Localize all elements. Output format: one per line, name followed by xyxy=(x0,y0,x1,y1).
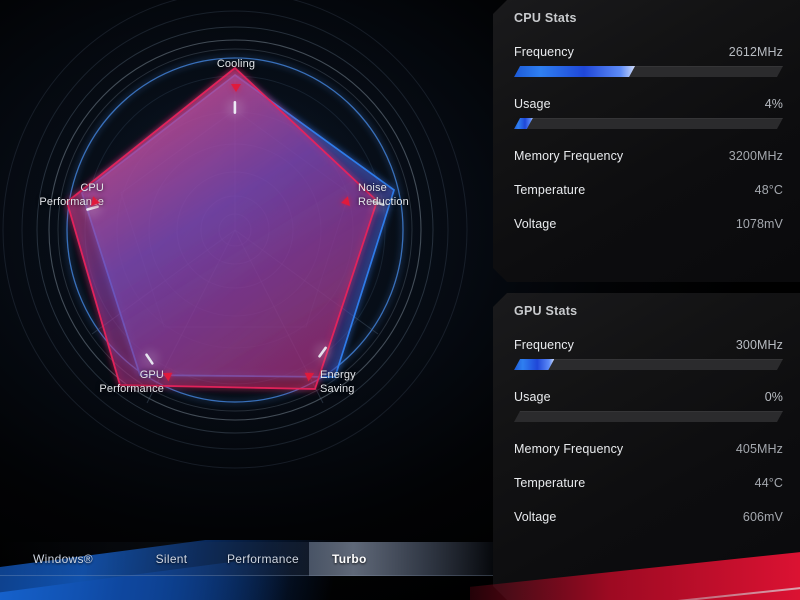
cpu-frequency-row: Frequency 2612MHz xyxy=(514,45,783,59)
performance-tuning-screen: Cooling Noise Reduction Energy Saving GP… xyxy=(0,0,800,600)
cpu-memory-frequency-value: 3200MHz xyxy=(728,149,783,163)
gpu-usage-value: 0% xyxy=(764,390,783,404)
gpu-usage-row: Usage 0% xyxy=(514,390,783,404)
gpu-voltage-value: 606mV xyxy=(742,510,783,524)
cpu-frequency-value: 2612MHz xyxy=(728,45,783,59)
radar-marker-cooling xyxy=(231,84,241,92)
mode-item-performance[interactable]: Performance xyxy=(217,542,309,576)
gpu-memory-frequency-row: Memory Frequency 405MHz xyxy=(514,442,783,456)
mode-item-turbo[interactable]: Turbo xyxy=(309,541,493,576)
gpu-frequency-bar xyxy=(514,359,783,370)
gpu-voltage-row: Voltage 606mV xyxy=(514,510,783,524)
mode-item-windows[interactable]: Windows® xyxy=(0,542,126,576)
radar-svg xyxy=(0,0,470,469)
cpu-usage-bar xyxy=(514,118,783,129)
gpu-temperature-label: Temperature xyxy=(514,476,586,490)
performance-radar-chart: Cooling Noise Reduction Energy Saving GP… xyxy=(0,0,493,600)
gpu-stats-title: GPU Stats xyxy=(514,304,578,318)
cpu-frequency-bar-fill xyxy=(514,66,635,77)
gpu-memory-frequency-value: 405MHz xyxy=(735,442,783,456)
cpu-memory-frequency-label: Memory Frequency xyxy=(514,149,624,163)
gpu-voltage-label: Voltage xyxy=(514,510,557,524)
gpu-temperature-row: Temperature 44°C xyxy=(514,476,783,490)
cpu-usage-value: 4% xyxy=(764,97,783,111)
cpu-voltage-row: Voltage 1078mV xyxy=(514,217,783,231)
gpu-memory-frequency-label: Memory Frequency xyxy=(514,442,624,456)
gpu-stats-panel: GPU Stats Frequency 300MHz Usage 0% Memo… xyxy=(493,293,800,600)
cpu-temperature-value: 48°C xyxy=(754,183,783,197)
cpu-stats-panel: CPU Stats Frequency 2612MHz Usage 4% Mem… xyxy=(493,0,800,282)
gpu-frequency-label: Frequency xyxy=(514,338,574,352)
gpu-usage-bar xyxy=(514,411,783,422)
cpu-memory-frequency-row: Memory Frequency 3200MHz xyxy=(514,149,783,163)
cpu-usage-row: Usage 4% xyxy=(514,97,783,111)
cpu-stats-title: CPU Stats xyxy=(514,11,577,25)
cpu-usage-bar-fill xyxy=(514,118,533,129)
gpu-frequency-row: Frequency 300MHz xyxy=(514,338,783,352)
cpu-voltage-value: 1078mV xyxy=(735,217,783,231)
gpu-temperature-value: 44°C xyxy=(754,476,783,490)
operating-mode-bar: Windows® Silent Performance Turbo xyxy=(0,540,493,600)
cpu-voltage-label: Voltage xyxy=(514,217,557,231)
cpu-usage-label: Usage xyxy=(514,97,551,111)
mode-item-silent[interactable]: Silent xyxy=(126,542,217,576)
cpu-frequency-bar xyxy=(514,66,783,77)
gpu-frequency-value: 300MHz xyxy=(735,338,783,352)
gpu-usage-label: Usage xyxy=(514,390,551,404)
cpu-temperature-row: Temperature 48°C xyxy=(514,183,783,197)
gpu-frequency-bar-fill xyxy=(514,359,554,370)
mode-track: Windows® Silent Performance Turbo xyxy=(0,541,493,576)
cpu-temperature-label: Temperature xyxy=(514,183,586,197)
cpu-frequency-label: Frequency xyxy=(514,45,574,59)
